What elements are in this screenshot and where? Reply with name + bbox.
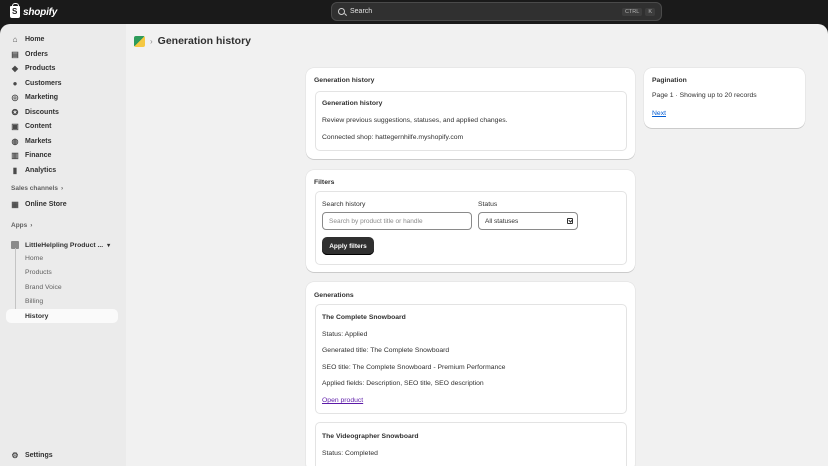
active-item-highlight xyxy=(6,309,118,323)
app-subitem-products[interactable]: Products xyxy=(25,269,52,276)
shortcut-key-ctrl: CTRL xyxy=(621,7,643,16)
sidebar-item-label: Home xyxy=(25,35,45,43)
app-subitem-history[interactable]: History xyxy=(25,313,48,320)
sidebar-item-orders[interactable]: ▤ Orders xyxy=(6,47,118,61)
status-label: Status xyxy=(478,201,498,208)
connected-shop: Connected shop: hattegernhilfe.myshopify… xyxy=(322,134,464,141)
card-title: Filters xyxy=(314,179,335,186)
generation-status: Status: Completed xyxy=(322,450,378,457)
apps-label: Apps xyxy=(11,222,28,229)
applied-fields: Applied fields: Description, SEO title, … xyxy=(322,380,484,387)
chevron-right-icon: › xyxy=(30,222,33,229)
chevron-down-icon xyxy=(567,218,573,224)
sidebar-item-online-store[interactable]: ▦ Online Store xyxy=(6,197,118,211)
search-history-label: Search history xyxy=(322,201,366,208)
apps-heading[interactable]: Apps › xyxy=(11,222,32,229)
sidebar-item-analytics[interactable]: ▮ Analytics xyxy=(6,163,118,177)
search-label: Search xyxy=(350,8,373,15)
app-subitem-billing[interactable]: Billing xyxy=(25,298,43,305)
sidebar-item-content[interactable]: ▣ Content xyxy=(6,119,118,133)
info-title: Generation history xyxy=(322,100,383,107)
seo-title: SEO title: The Complete Snowboard - Prem… xyxy=(322,364,506,371)
sidebar-item-label: Markets xyxy=(25,137,52,145)
sidebar-item-markets[interactable]: ◍ Markets xyxy=(6,134,118,148)
app-name: LittleHelpling Product ... xyxy=(25,241,104,249)
history-info-box: Generation history Review previous sugge… xyxy=(315,91,627,151)
bank-icon: ▥ xyxy=(11,150,19,160)
pagination-card: Pagination Page 1 · Showing up to 20 rec… xyxy=(644,68,805,128)
sidebar-item-label: Content xyxy=(25,122,52,130)
sales-channels-heading[interactable]: Sales channels › xyxy=(11,185,63,192)
search-history-input[interactable] xyxy=(322,212,472,230)
app-icon[interactable] xyxy=(134,35,145,47)
sidebar-item-label: Analytics xyxy=(25,166,57,174)
chevron-right-icon: › xyxy=(60,185,64,192)
sidebar-item-settings[interactable]: ⚙ Settings xyxy=(6,448,118,462)
filters-box: Search history Status All statuses Apply… xyxy=(315,191,627,265)
generation-item: The Videographer Snowboard Status: Compl… xyxy=(315,422,627,466)
sidebar-item-marketing[interactable]: ◎ Marketing xyxy=(6,90,118,104)
caret-down-icon: ▾ xyxy=(107,242,111,249)
search-icon xyxy=(338,8,345,15)
app-subitem-brand-voice[interactable]: Brand Voice xyxy=(25,284,62,291)
globe-icon: ◍ xyxy=(11,136,19,146)
sidebar-item-products[interactable]: ◆ Products xyxy=(6,61,118,75)
generated-title: Generated title: The Complete Snowboard xyxy=(322,347,450,354)
apply-filters-button[interactable]: Apply filters xyxy=(322,237,374,255)
sidebar-app-littlehelpling[interactable]: LittleHelpling Product ... ▾ xyxy=(6,238,118,252)
shortcut-key-k: K xyxy=(645,7,655,16)
pagination-info: Page 1 · Showing up to 20 records xyxy=(652,92,757,99)
sidebar-item-discounts[interactable]: ✪ Discounts xyxy=(6,105,118,119)
store-icon: ▦ xyxy=(11,199,19,209)
sidebar-item-label: Finance xyxy=(25,151,52,159)
card-title: Generations xyxy=(314,292,354,299)
card-title: Pagination xyxy=(652,77,687,84)
open-product-link[interactable]: Open product xyxy=(322,397,363,404)
discount-icon: ✪ xyxy=(11,107,19,117)
status-select-value: All statuses xyxy=(485,217,519,225)
target-icon: ◎ xyxy=(11,92,19,102)
tag-icon: ◆ xyxy=(11,63,19,73)
person-icon: ● xyxy=(12,78,18,88)
content-icon: ▣ xyxy=(11,121,19,131)
sidebar-item-home[interactable]: ⌂ Home xyxy=(6,32,118,46)
card-title: Generation history xyxy=(314,77,375,84)
generations-card: Generations The Complete Snowboard Statu… xyxy=(306,282,635,466)
sidebar-item-finance[interactable]: ▥ Finance xyxy=(6,148,118,162)
sidebar-item-label: Online Store xyxy=(25,200,67,208)
sidebar-item-label: Customers xyxy=(25,79,62,87)
home-icon: ⌂ xyxy=(12,34,18,44)
page-title: Generation history xyxy=(157,35,252,47)
info-description: Review previous suggestions, statuses, a… xyxy=(322,117,508,124)
status-select[interactable]: All statuses xyxy=(478,212,578,230)
sidebar-item-label: Products xyxy=(25,64,56,72)
brand-name: shopify xyxy=(23,6,58,18)
generation-name: The Videographer Snowboard xyxy=(322,433,419,440)
chart-icon: ▮ xyxy=(12,165,18,175)
sales-channels-label: Sales channels xyxy=(11,185,58,192)
orders-icon: ▤ xyxy=(11,49,19,59)
top-bar: shopify Search CTRL K xyxy=(0,0,828,24)
sidebar-item-label: Orders xyxy=(25,50,48,58)
chevron-right-icon: › xyxy=(150,36,153,46)
sidebar: ⌂ Home ▤ Orders ◆ Products ● Customers ◎ Mark… xyxy=(0,24,126,466)
sidebar-item-customers[interactable]: ● Customers xyxy=(6,76,118,90)
filters-card: Filters Search history Status All status… xyxy=(306,170,635,272)
sidebar-item-label: Marketing xyxy=(25,93,59,101)
global-search[interactable]: Search CTRL K xyxy=(331,2,662,21)
tree-line xyxy=(15,248,16,318)
gear-icon: ⚙ xyxy=(11,450,19,460)
shopify-logo[interactable]: shopify xyxy=(10,3,58,19)
shopping-bag-icon xyxy=(10,3,20,18)
generation-name: The Complete Snowboard xyxy=(322,314,406,321)
generation-status: Status: Applied xyxy=(322,331,368,338)
breadcrumb: › Generation history xyxy=(134,35,251,47)
app-subitem-home[interactable]: Home xyxy=(25,255,43,262)
sidebar-item-label: Discounts xyxy=(25,108,59,116)
generation-item: The Complete Snowboard Status: Applied G… xyxy=(315,304,627,414)
next-page-link[interactable]: Next xyxy=(652,110,666,117)
history-card: Generation history Generation history Re… xyxy=(306,68,635,159)
sidebar-item-label: Settings xyxy=(25,451,53,459)
